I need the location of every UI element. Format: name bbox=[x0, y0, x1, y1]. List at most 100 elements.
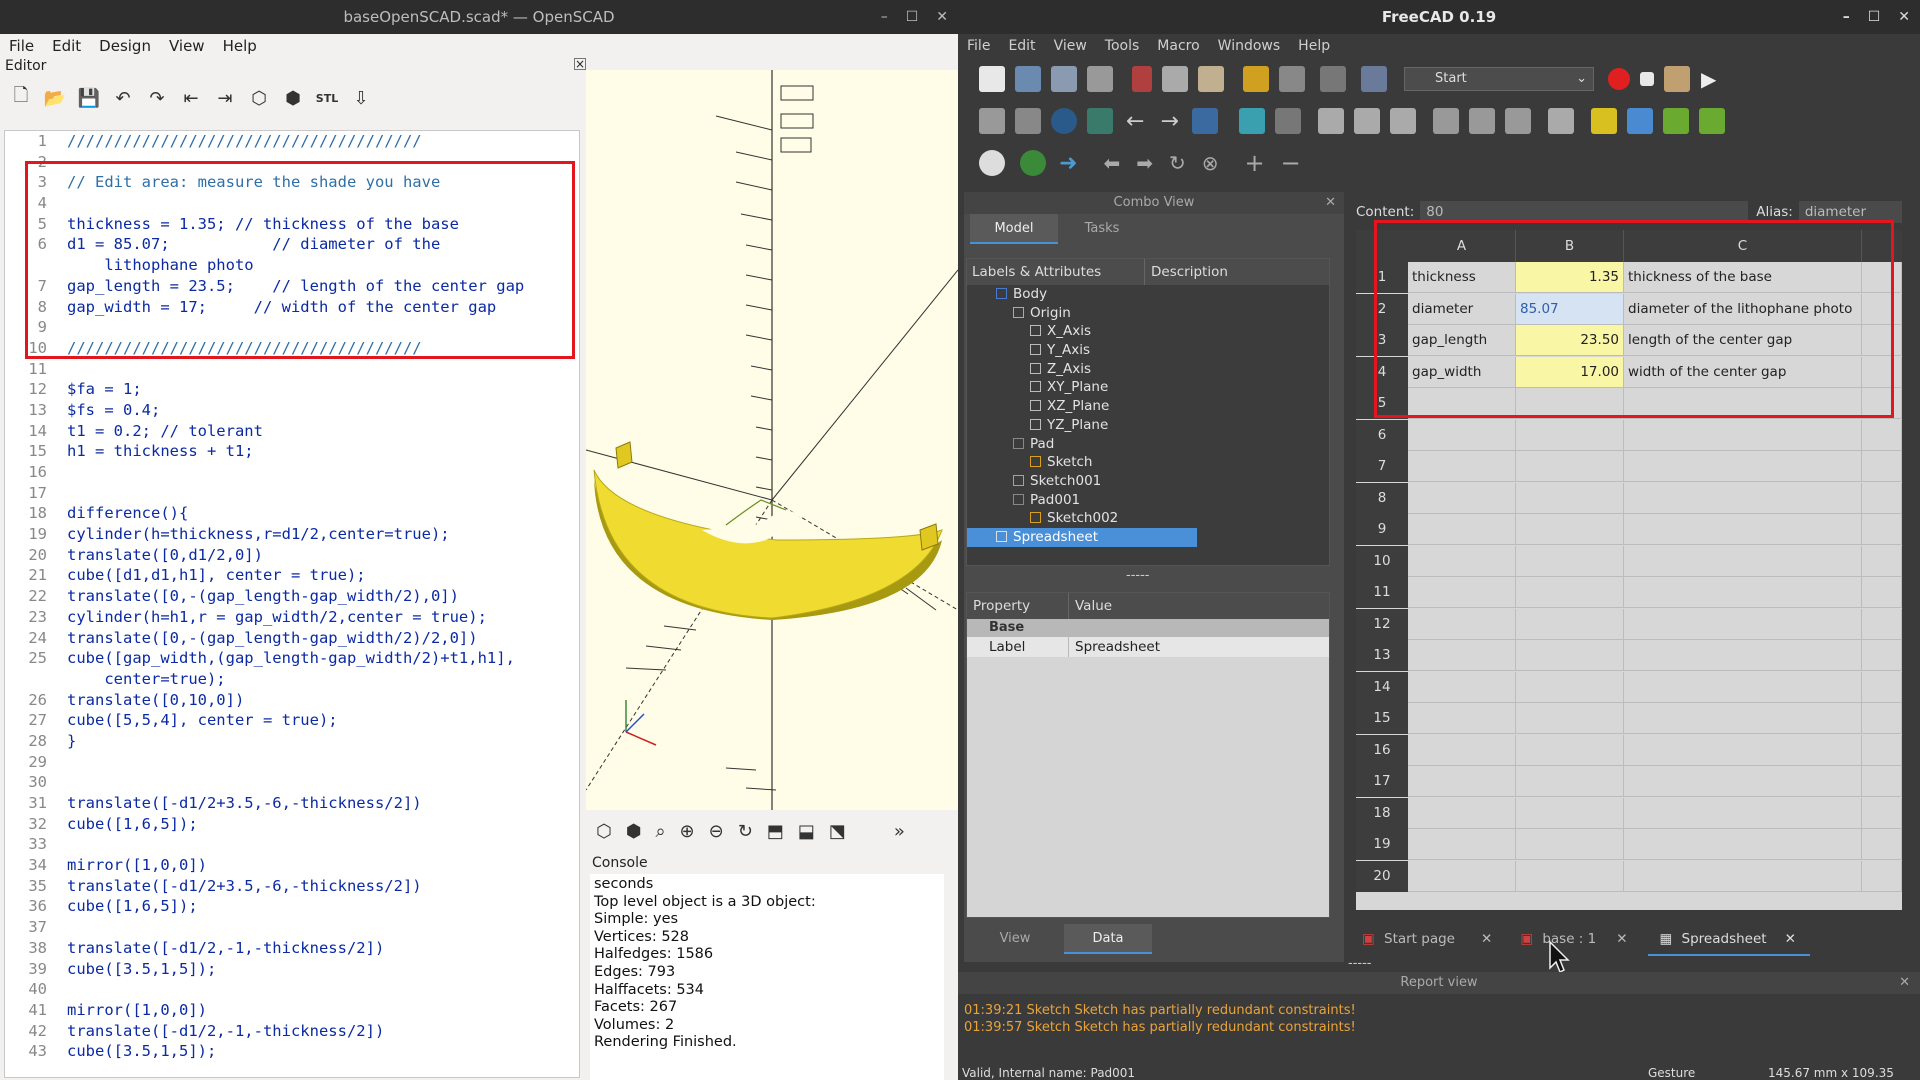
tab-tasks[interactable]: Tasks bbox=[1058, 214, 1146, 244]
bounding-box-icon[interactable] bbox=[1087, 108, 1113, 134]
row-header[interactable]: 20 bbox=[1356, 860, 1408, 892]
sheet-cell[interactable] bbox=[1624, 419, 1862, 451]
row-header[interactable]: 18 bbox=[1356, 797, 1408, 829]
run-macro-icon[interactable]: ▶ bbox=[1701, 67, 1716, 91]
code-line[interactable]: $fs = 0.4; bbox=[67, 400, 577, 421]
measure-icon[interactable] bbox=[1238, 108, 1265, 134]
model-tree[interactable]: Labels & Attributes Description Body Orig… bbox=[966, 258, 1330, 566]
tree-item[interactable]: Spreadsheet bbox=[967, 527, 1197, 547]
sheet-cell[interactable] bbox=[1624, 514, 1862, 545]
tab-start-page[interactable]: ▣ Start page ✕ bbox=[1356, 922, 1506, 956]
code-line[interactable]: center=true); bbox=[67, 669, 577, 690]
tree-item[interactable]: Pad001 bbox=[967, 491, 1329, 510]
code-line[interactable]: cube([1,6,5]); bbox=[67, 896, 577, 917]
tree-item[interactable]: Sketch002 bbox=[967, 509, 1329, 528]
tree-item[interactable]: Body bbox=[967, 285, 1329, 304]
menu-tools[interactable]: Tools bbox=[1096, 38, 1149, 54]
tab-spreadsheet[interactable]: ▦ Spreadsheet ✕ bbox=[1647, 922, 1810, 956]
property-value[interactable]: Spreadsheet bbox=[1069, 637, 1160, 657]
std-views-icon[interactable] bbox=[1191, 108, 1218, 134]
tree-item[interactable]: Sketch bbox=[967, 453, 1329, 472]
row-header[interactable]: 11 bbox=[1356, 577, 1408, 608]
report-output[interactable]: 01:39:21 Sketch Sketch has partially red… bbox=[964, 1002, 1896, 1054]
draw-style-icon[interactable] bbox=[1051, 108, 1077, 134]
tree-item[interactable]: Z_Axis bbox=[967, 360, 1329, 379]
unindent-icon[interactable]: ⇤ bbox=[178, 85, 204, 111]
reset-view-icon[interactable]: ↻ bbox=[738, 821, 753, 842]
sheet-cell[interactable] bbox=[1516, 451, 1624, 482]
sheet-cell[interactable] bbox=[1408, 766, 1516, 797]
link-icon[interactable] bbox=[1662, 108, 1689, 134]
sheet-cell[interactable] bbox=[1862, 545, 1902, 577]
menu-help[interactable]: Help bbox=[214, 37, 266, 55]
tab-base[interactable]: ▣ base : 1 ✕ bbox=[1508, 922, 1641, 956]
sheet-cell[interactable] bbox=[1516, 860, 1624, 892]
code-line[interactable] bbox=[67, 359, 577, 380]
property-row[interactable]: Label Spreadsheet bbox=[967, 637, 1329, 657]
print-icon[interactable] bbox=[1087, 66, 1113, 92]
code-line[interactable]: translate([-d1/2+3.5,-6,-thickness/2]) bbox=[67, 876, 577, 897]
sheet-cell[interactable] bbox=[1408, 860, 1516, 892]
sheet-cell[interactable] bbox=[1516, 797, 1624, 829]
sheet-cell[interactable] bbox=[1408, 451, 1516, 482]
web-go-icon[interactable]: ➜ bbox=[1059, 151, 1077, 176]
code-line[interactable]: cylinder(h=h1,r = gap_width/2,center = t… bbox=[67, 607, 577, 628]
maximize-icon[interactable]: ☐ bbox=[1868, 0, 1881, 34]
maximize-icon[interactable]: ☐ bbox=[906, 0, 919, 34]
sheet-cell[interactable] bbox=[1862, 482, 1902, 514]
export-stl-icon[interactable]: STL bbox=[314, 85, 340, 111]
record-macro-icon[interactable] bbox=[1608, 68, 1630, 90]
render-icon[interactable]: ⬢ bbox=[626, 821, 642, 842]
sheet-cell[interactable] bbox=[1516, 577, 1624, 608]
sheet-cell[interactable] bbox=[1516, 482, 1624, 514]
report-splitter[interactable]: ----- bbox=[1348, 956, 1371, 971]
bottom-view-icon[interactable] bbox=[1468, 108, 1495, 134]
sheet-cell[interactable] bbox=[1862, 797, 1902, 829]
code-line[interactable]: mirror([1,0,0]) bbox=[67, 855, 577, 876]
open-file-icon[interactable]: 📂 bbox=[42, 85, 68, 111]
code-line[interactable]: t1 = 0.2; // tolerant bbox=[67, 421, 577, 442]
sheet-cell[interactable] bbox=[1624, 640, 1862, 671]
code-line[interactable]: difference(){ bbox=[67, 503, 577, 524]
tree-header-labels[interactable]: Labels & Attributes bbox=[967, 259, 1145, 285]
sheet-cell[interactable] bbox=[1862, 734, 1902, 766]
code-line[interactable] bbox=[67, 462, 577, 483]
menu-windows[interactable]: Windows bbox=[1209, 38, 1290, 54]
sheet-cell[interactable] bbox=[1624, 797, 1862, 829]
row-header[interactable]: 8 bbox=[1356, 482, 1408, 514]
link-actions-icon[interactable] bbox=[1698, 108, 1725, 134]
sheet-cell[interactable] bbox=[1408, 703, 1516, 734]
web-zoom-in-icon[interactable]: + bbox=[1245, 149, 1265, 177]
sheet-cell[interactable] bbox=[1516, 545, 1624, 577]
menu-edit[interactable]: Edit bbox=[999, 38, 1044, 54]
ruler-icon[interactable] bbox=[1547, 108, 1574, 134]
property-group-base[interactable]: Base bbox=[967, 619, 1329, 637]
sheet-cell[interactable] bbox=[1516, 671, 1624, 703]
undo-icon[interactable]: ↶ bbox=[110, 85, 136, 111]
sheet-cell[interactable] bbox=[1862, 671, 1902, 703]
row-header[interactable]: 13 bbox=[1356, 640, 1408, 671]
code-line[interactable] bbox=[67, 917, 577, 938]
3d-viewport[interactable] bbox=[586, 70, 958, 810]
back-icon[interactable]: ← bbox=[1126, 109, 1144, 134]
render-icon[interactable]: ⬢ bbox=[280, 85, 306, 111]
code-line[interactable]: cube([1,6,5]); bbox=[67, 814, 577, 835]
sheet-cell[interactable] bbox=[1862, 640, 1902, 671]
code-line[interactable]: cube([5,5,4], center = true); bbox=[67, 710, 577, 731]
indent-icon[interactable]: ⇥ bbox=[212, 85, 238, 111]
code-line[interactable]: ////////////////////////////////////// bbox=[67, 131, 577, 152]
sheet-cell[interactable] bbox=[1408, 734, 1516, 766]
part-icon[interactable] bbox=[1590, 108, 1617, 134]
code-line[interactable]: cube([3.5,1,5]); bbox=[67, 1041, 577, 1062]
code-editor[interactable]: 1 2 3 4 5 6 7 8 9 10 11 12 13 14 15 16 17 18 19 20 21 22 23 24 2… bbox=[4, 130, 580, 1078]
sheet-cell[interactable] bbox=[1516, 419, 1624, 451]
sheet-cell[interactable] bbox=[1624, 577, 1862, 608]
fit-all-icon[interactable] bbox=[979, 108, 1005, 134]
save-icon[interactable] bbox=[1051, 66, 1077, 92]
sheet-cell[interactable] bbox=[1862, 829, 1902, 860]
row-header[interactable]: 7 bbox=[1356, 451, 1408, 482]
row-header[interactable]: 17 bbox=[1356, 766, 1408, 797]
sheet-cell[interactable] bbox=[1516, 640, 1624, 671]
tab-model[interactable]: Model bbox=[970, 214, 1058, 244]
sheet-cell[interactable] bbox=[1516, 703, 1624, 734]
